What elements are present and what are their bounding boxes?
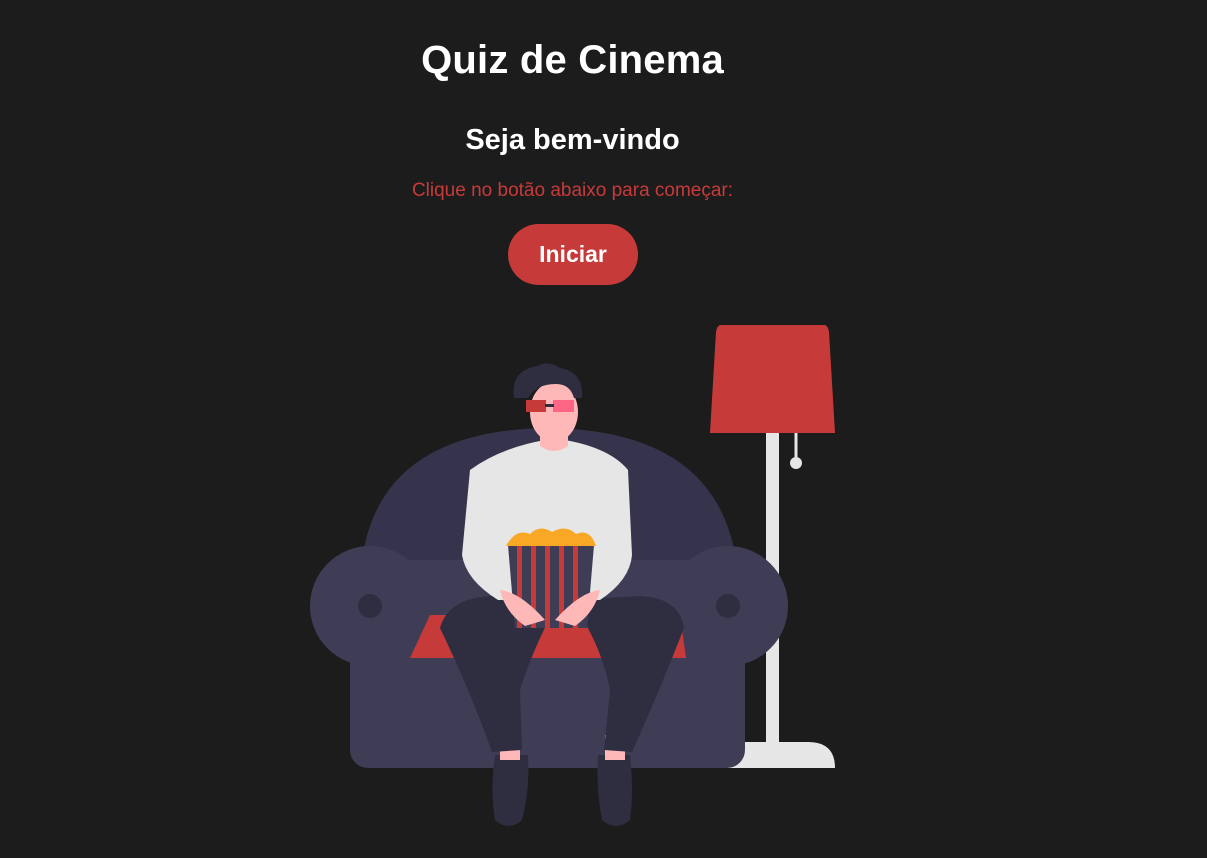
page-title: Quiz de Cinema [421, 38, 724, 82]
welcome-heading: Seja bem-vindo [465, 124, 680, 156]
instruction-text: Clique no botão abaixo para começar: [411, 180, 734, 201]
start-button[interactable]: Iniciar [508, 224, 638, 285]
person-watching-movie-illustration [310, 325, 835, 826]
page: Quiz de Cinema Seja bem-vindo Clique no … [0, 0, 1207, 858]
